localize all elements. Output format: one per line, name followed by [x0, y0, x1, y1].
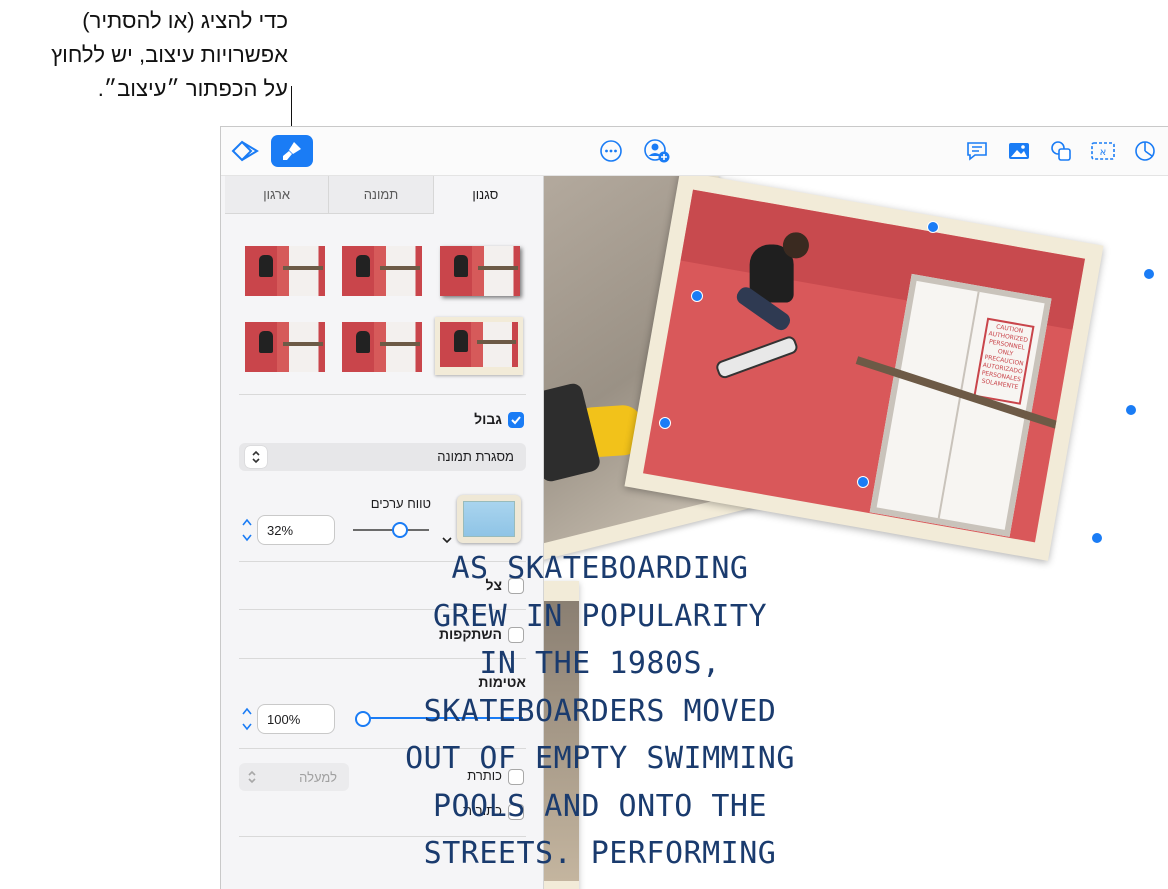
- preset-thumbnail: [245, 246, 325, 296]
- callout-text: כדי להציג (או להסתיר) אפשרויות עיצוב, יש…: [0, 4, 288, 106]
- paintbrush-format-icon[interactable]: [271, 135, 313, 167]
- body-text-line: SKATEBOARDERS MOVED: [423, 693, 777, 729]
- shape-icon[interactable]: [1045, 135, 1077, 167]
- border-label: גבול: [474, 411, 502, 427]
- caption-position-value: למעלה: [299, 770, 337, 785]
- style-preset-2[interactable]: [342, 246, 422, 296]
- caution-sign: CAUTION AUTHORIZED PERSONNEL ONLY PRECAU…: [973, 317, 1035, 405]
- style-preset-4[interactable]: [245, 322, 325, 372]
- style-preset-3[interactable]: [440, 246, 520, 296]
- callout-line-1: כדי להציג (או להסתיר): [82, 8, 288, 33]
- style-preset-5[interactable]: [342, 322, 422, 372]
- opacity-field[interactable]: 100%: [257, 704, 335, 734]
- body-text[interactable]: AS SKATEBOARDING GREW IN POPULARITY IN T…: [370, 545, 830, 878]
- resize-handle[interactable]: [1091, 532, 1103, 544]
- chevron-updown-icon: [247, 769, 257, 790]
- scale-label: טווח ערכים: [370, 496, 431, 511]
- resize-handle[interactable]: [1125, 404, 1137, 416]
- media-icon[interactable]: [1003, 135, 1035, 167]
- scale-field[interactable]: 32%: [257, 515, 335, 545]
- border-color-well[interactable]: [457, 495, 521, 543]
- format-tabs: ארגון תמונה סגנון: [225, 176, 537, 214]
- caption-position-select: למעלה: [239, 763, 349, 791]
- scale-stepper[interactable]: [241, 516, 253, 544]
- skateboarder-photo: CAUTION AUTHORIZED PERSONNEL ONLY PRECAU…: [643, 189, 1085, 543]
- resize-handle[interactable]: [1143, 268, 1155, 280]
- preset-thumbnail: [342, 246, 422, 296]
- tab-arrange[interactable]: ארגון: [225, 176, 330, 214]
- body-text-line: IN THE 1980S,: [479, 646, 721, 681]
- body-text-line: AS SKATEBOARDING: [451, 551, 749, 586]
- style-preset-6[interactable]: [435, 317, 523, 375]
- add-collaborator-icon[interactable]: [641, 135, 673, 167]
- resize-handle[interactable]: [857, 476, 869, 488]
- body-text-line: STREETS. PERFORMING: [423, 836, 777, 871]
- tab-image[interactable]: תמונה: [329, 176, 434, 214]
- resize-handle[interactable]: [691, 290, 703, 302]
- border-checkbox[interactable]: [508, 412, 524, 428]
- body-text-line: OUT OF EMPTY SWIMMING: [405, 741, 795, 776]
- resize-handle[interactable]: [927, 221, 939, 233]
- resize-handle[interactable]: [659, 417, 671, 429]
- style-preset-1[interactable]: [245, 246, 325, 296]
- opacity-knob[interactable]: [355, 711, 371, 727]
- toolbar: א: [221, 127, 1168, 176]
- tab-style[interactable]: סגנון: [433, 176, 537, 214]
- body-text-line: GREW IN POPULARITY: [432, 598, 768, 634]
- opacity-stepper[interactable]: [241, 705, 253, 733]
- divider: [239, 394, 526, 395]
- border-scale-knob[interactable]: [391, 522, 408, 538]
- chevron-updown-icon: [245, 446, 267, 468]
- textbox-icon[interactable]: א: [1087, 135, 1119, 167]
- door-split: [937, 291, 980, 519]
- preset-thumbnail: [245, 322, 325, 372]
- border-type-select[interactable]: מסגרת תמונה: [239, 443, 526, 471]
- callout-line-3: על הכפתור ״עיצוב״.: [97, 76, 288, 101]
- preset-thumbnail: [342, 322, 422, 372]
- preset-thumbnail: [440, 246, 520, 296]
- preset-thumbnail: [440, 322, 518, 367]
- more-ellipsis-icon[interactable]: [595, 135, 627, 167]
- border-color-swatch: [463, 501, 515, 537]
- border-type-value: מסגרת תמונה: [437, 449, 514, 464]
- diamond-navigator-icon[interactable]: [229, 135, 261, 167]
- white-door: CAUTION AUTHORIZED PERSONNEL ONLY PRECAU…: [869, 273, 1052, 537]
- comment-icon[interactable]: [961, 135, 993, 167]
- chart-icon[interactable]: [1129, 135, 1161, 167]
- svg-text:א: א: [1100, 147, 1107, 158]
- skateboard: [714, 334, 800, 381]
- callout-line-2: אפשרויות עיצוב, יש ללחוץ: [51, 42, 288, 67]
- body-text-line: POOLS AND ONTO THE: [432, 788, 768, 824]
